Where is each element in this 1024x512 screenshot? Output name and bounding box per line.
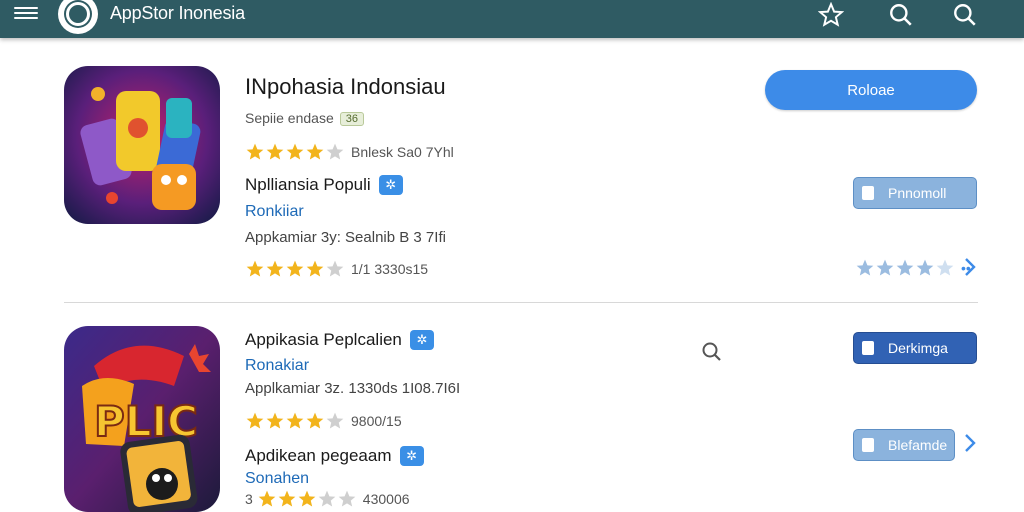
top-app-bar: AppStor Inonesia xyxy=(0,0,1024,38)
star-icon xyxy=(936,259,954,276)
rating-text: 1/1 3330s15 xyxy=(351,261,429,277)
star-icon xyxy=(338,490,356,507)
search-icon[interactable] xyxy=(888,2,914,28)
button-icon xyxy=(862,438,874,452)
developer-link[interactable]: Ronakiar xyxy=(245,357,309,375)
app-name[interactable]: Appikasia Peplcalien xyxy=(245,330,402,350)
rating-stars xyxy=(245,411,345,431)
divider xyxy=(64,302,978,303)
app-name-row: Appikasia Peplcalien ✲ xyxy=(245,330,434,350)
verified-badge-icon: ✲ xyxy=(399,446,424,466)
rating-prefix: 3 xyxy=(245,491,253,507)
star-icon xyxy=(306,260,324,277)
star-icon xyxy=(286,143,304,160)
rating-row: 1/1 3330s15 xyxy=(245,259,428,279)
star-icon xyxy=(326,412,344,429)
rating-stars xyxy=(245,142,345,162)
search-icon[interactable] xyxy=(952,2,978,28)
app-name-row: Apdikean pegeaam ✲ xyxy=(245,446,424,466)
star-icon xyxy=(856,259,874,276)
verified-badge-icon: ✲ xyxy=(409,330,434,350)
app-info: Appkamiar 3y: Sealnib B 3 7Ifi xyxy=(245,229,446,246)
star-icon xyxy=(286,260,304,277)
menu-icon[interactable] xyxy=(14,4,38,22)
age-tag: 36 xyxy=(339,112,364,127)
star-icon xyxy=(246,260,264,277)
app-title[interactable]: INpohasia Indonsiau xyxy=(245,74,446,100)
star-icon xyxy=(326,143,344,160)
developer-name: Sepiie endase xyxy=(245,110,334,126)
developer-link[interactable]: Ronkiiar xyxy=(245,203,304,221)
secondary-button-label: Pnnomoll xyxy=(888,185,947,201)
app-name[interactable]: Nplliansia Populi xyxy=(245,175,371,195)
star-icon xyxy=(258,490,276,507)
app-title: AppStor Inonesia xyxy=(110,3,245,23)
star-icon xyxy=(896,259,914,276)
developer-link[interactable]: Sonahen xyxy=(245,470,309,488)
star-icon xyxy=(298,490,316,507)
search-icon[interactable] xyxy=(700,340,724,364)
star-icon xyxy=(318,490,336,507)
developer-label: Sepiie endase 36 xyxy=(245,110,364,127)
star-icon[interactable] xyxy=(818,2,844,28)
star-icon xyxy=(916,259,934,276)
star-icon xyxy=(306,143,324,160)
star-icon xyxy=(246,143,264,160)
app-name-row: Nplliansia Populi ✲ xyxy=(245,175,403,195)
action-button[interactable]: Derkimga xyxy=(853,332,977,364)
star-icon xyxy=(266,143,284,160)
star-icon xyxy=(326,260,344,277)
rating-text: Bnlesk Sa0 7Yhl xyxy=(351,144,454,160)
app-icon[interactable] xyxy=(64,66,220,224)
install-button[interactable]: Roloae xyxy=(765,70,977,110)
action-button-label: Blefamde xyxy=(888,437,948,453)
rating-row: 9800/15 xyxy=(245,411,402,431)
rating-stars xyxy=(245,259,345,279)
rating-row: 3 430006 xyxy=(245,489,410,509)
chevron-right-icon[interactable] xyxy=(963,433,977,453)
app-info: Applkamiar 3z. 1330ds 1I08.7I6I xyxy=(245,380,461,397)
star-icon xyxy=(286,412,304,429)
star-icon xyxy=(278,490,296,507)
logo-icon[interactable] xyxy=(58,0,98,34)
button-icon xyxy=(862,186,874,200)
button-icon xyxy=(862,341,874,355)
rating-text: 430006 xyxy=(362,491,410,507)
side-rating: •• xyxy=(855,258,971,278)
star-icon xyxy=(246,412,264,429)
rating-stars xyxy=(257,489,357,509)
verified-badge-icon: ✲ xyxy=(378,175,403,195)
rating-text: 9800/15 xyxy=(351,413,402,429)
rating-row: Bnlesk Sa0 7Yhl xyxy=(245,142,454,162)
side-rating-stars xyxy=(855,258,955,278)
star-icon xyxy=(876,259,894,276)
star-icon xyxy=(266,412,284,429)
chevron-right-icon[interactable] xyxy=(963,257,977,277)
app-name[interactable]: Apdikean pegeaam xyxy=(245,446,392,466)
secondary-button[interactable]: Pnnomoll xyxy=(853,177,977,209)
action-button-label: Derkimga xyxy=(888,340,948,356)
star-icon xyxy=(306,412,324,429)
action-button[interactable]: Blefamde xyxy=(853,429,955,461)
app-icon[interactable]: PLIC xyxy=(64,326,220,512)
star-icon xyxy=(266,260,284,277)
